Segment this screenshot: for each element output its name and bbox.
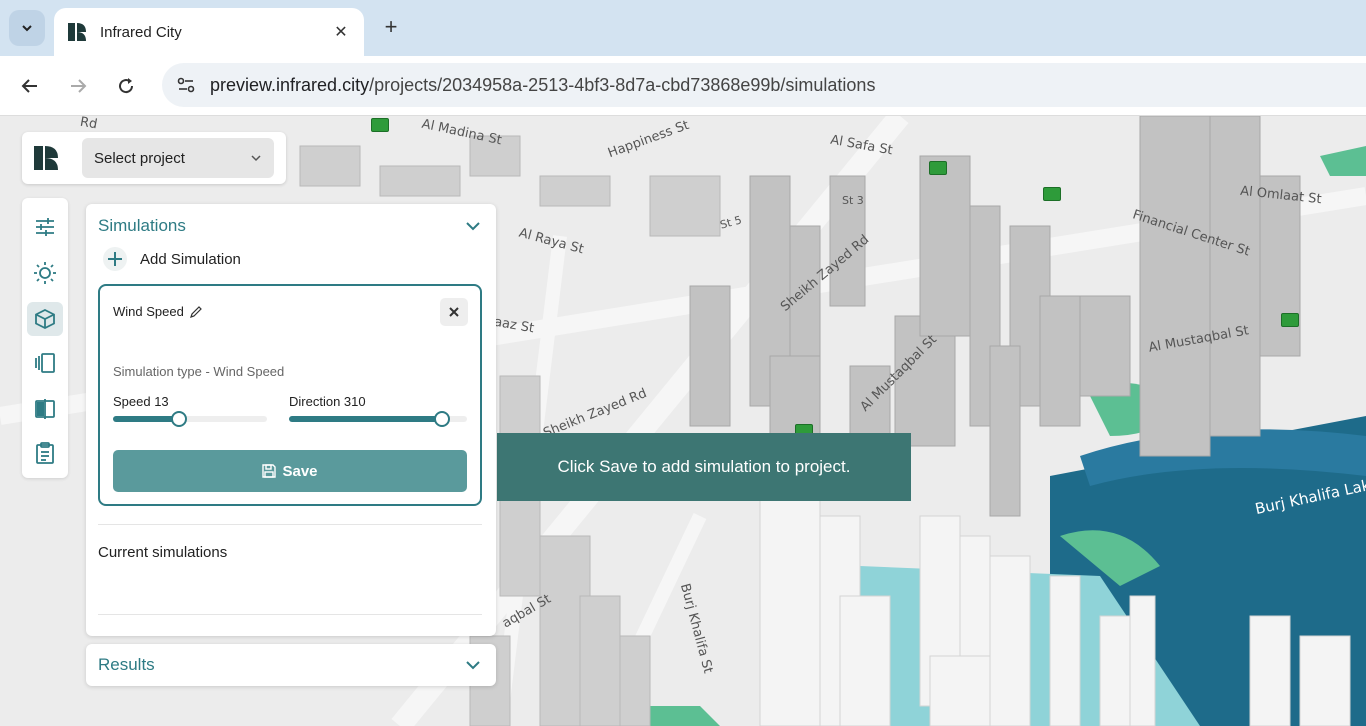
simulations-panel: Simulations Add Simulation Wind Speed Si…	[86, 204, 496, 636]
url-omnibox[interactable]: preview.infrared.city/projects/2034958a-…	[162, 63, 1366, 107]
simulation-name: Wind Speed	[113, 304, 184, 319]
rail-report-button[interactable]	[27, 436, 63, 470]
new-tab-button[interactable]: +	[378, 14, 404, 40]
toast-message: Click Save to add simulation to project.	[557, 457, 851, 476]
chevron-down-icon[interactable]	[464, 656, 482, 674]
clipboard-icon	[36, 442, 54, 464]
save-icon	[262, 464, 277, 478]
url-text: preview.infrared.city/projects/2034958a-…	[210, 75, 875, 96]
reload-button[interactable]	[110, 70, 142, 102]
arrow-right-icon	[71, 79, 87, 93]
results-panel[interactable]: Results	[86, 644, 496, 686]
plus-circle-icon	[103, 247, 127, 271]
tab-search-button[interactable]	[9, 10, 45, 46]
road-sign-icon	[371, 118, 389, 132]
rail-layers-button[interactable]	[27, 346, 63, 380]
add-simulation-button[interactable]: Add Simulation	[102, 246, 241, 272]
sun-icon	[34, 262, 56, 284]
select-project-dropdown[interactable]: Select project	[82, 138, 274, 178]
chevron-down-icon	[251, 155, 261, 162]
direction-slider-fill	[289, 416, 442, 422]
address-bar: preview.infrared.city/projects/2034958a-…	[0, 56, 1366, 116]
save-button[interactable]: Save	[113, 450, 467, 492]
rail-compare-button[interactable]	[27, 392, 63, 426]
direction-label: Direction 310	[289, 394, 366, 409]
divider	[98, 524, 482, 525]
rail-simulation-button[interactable]	[27, 302, 63, 336]
compare-icon	[35, 399, 55, 419]
project-bar: Select project	[22, 132, 286, 184]
street-label: St 3	[842, 194, 864, 207]
forward-button[interactable]	[62, 70, 94, 102]
chevron-down-icon	[22, 25, 32, 32]
tab-title: Infrared City	[100, 23, 182, 41]
tab-close-icon[interactable]: ✕	[330, 22, 352, 42]
speed-label: Speed 13	[113, 394, 169, 409]
pencil-icon[interactable]	[189, 305, 203, 319]
cube-icon	[35, 308, 55, 330]
arrow-left-icon	[21, 79, 37, 93]
simulation-type: Simulation type - Wind Speed	[113, 364, 285, 379]
road-sign-icon	[1043, 187, 1061, 201]
back-button[interactable]	[14, 70, 46, 102]
simulations-header[interactable]: Simulations	[98, 214, 482, 238]
browser-tab-strip: Infrared City ✕ +	[0, 0, 1366, 56]
url-path: /projects/2034958a-2513-4bf3-8d7a-cbd738…	[369, 74, 876, 95]
url-host: preview.infrared.city	[210, 74, 370, 95]
add-simulation-label: Add Simulation	[140, 250, 241, 268]
current-simulations-label: Current simulations	[98, 544, 228, 561]
speed-slider-fill	[113, 416, 179, 422]
results-title: Results	[98, 655, 155, 674]
simulation-close-button[interactable]	[440, 298, 468, 326]
infrared-logo-icon[interactable]	[32, 144, 60, 172]
speed-slider-thumb[interactable]	[171, 411, 187, 427]
simulation-name-row[interactable]: Wind Speed	[113, 304, 203, 319]
chevron-down-icon[interactable]	[464, 217, 482, 235]
divider	[98, 614, 482, 615]
panels-icon	[35, 353, 55, 373]
infrared-logo-icon	[66, 21, 88, 43]
speed-slider[interactable]	[113, 411, 267, 427]
street-label: Rd	[78, 116, 99, 133]
browser-tab[interactable]: Infrared City ✕	[54, 8, 364, 56]
toast-notification: Click Save to add simulation to project.	[497, 433, 911, 501]
save-label: Save	[282, 462, 318, 480]
rail-settings-button[interactable]	[27, 210, 63, 244]
sliders-icon	[36, 218, 54, 236]
site-settings-icon[interactable]	[174, 73, 198, 97]
select-project-label: Select project	[94, 149, 185, 167]
reload-icon	[119, 78, 134, 94]
road-sign-icon	[929, 161, 947, 175]
simulations-title: Simulations	[98, 216, 186, 235]
rail-sun-button[interactable]	[27, 256, 63, 290]
direction-slider[interactable]	[289, 411, 467, 427]
tool-rail	[22, 198, 68, 478]
road-sign-icon	[1281, 313, 1299, 327]
close-icon	[449, 307, 459, 317]
direction-slider-thumb[interactable]	[434, 411, 450, 427]
simulation-card: Wind Speed Simulation type - Wind Speed …	[98, 284, 482, 506]
